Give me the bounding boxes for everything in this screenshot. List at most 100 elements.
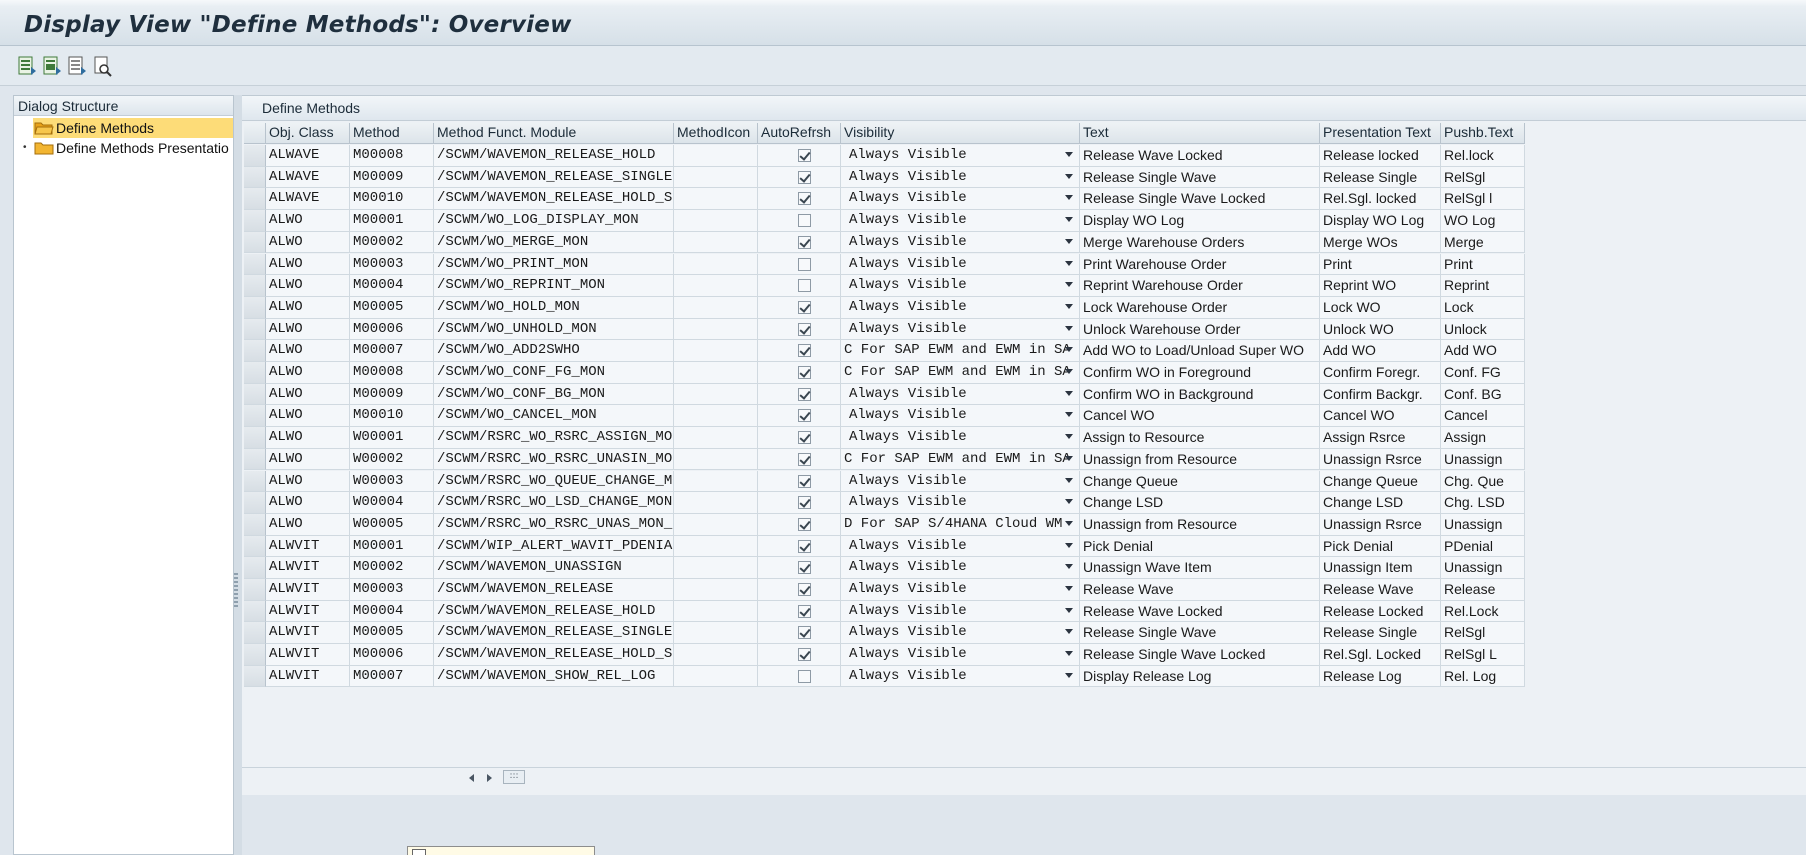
column-header-function-module-col[interactable]: Method Funct. Module — [434, 123, 674, 144]
chevron-down-icon[interactable] — [1065, 651, 1073, 657]
visibility-dropdown[interactable]: Always Visible — [841, 492, 1080, 514]
auto-refresh-cell[interactable] — [758, 253, 841, 276]
auto-refresh-cell[interactable] — [758, 145, 841, 167]
row-selector[interactable] — [244, 492, 266, 514]
auto-refresh-cell[interactable] — [758, 513, 841, 536]
auto-refresh-cell[interactable] — [758, 362, 841, 384]
tree-item-define-methods-presentation[interactable]: • Define Methods Presentatio — [14, 138, 233, 158]
row-selector[interactable] — [244, 166, 266, 189]
chevron-down-icon[interactable] — [1065, 520, 1073, 526]
auto-refresh-checkbox[interactable] — [798, 496, 811, 510]
auto-refresh-checkbox[interactable] — [798, 604, 811, 618]
visibility-dropdown[interactable]: Always Visible — [841, 253, 1080, 276]
deselect-all-icon[interactable] — [67, 55, 87, 77]
auto-refresh-checkbox[interactable] — [798, 626, 811, 640]
row-selector[interactable] — [244, 210, 266, 232]
row-selector[interactable] — [244, 275, 266, 297]
visibility-dropdown[interactable]: Always Visible — [841, 405, 1080, 428]
chevron-down-icon[interactable] — [1065, 369, 1073, 374]
visibility-dropdown[interactable]: Always Visible — [841, 427, 1080, 449]
visibility-dropdown[interactable]: Always Visible — [841, 470, 1080, 493]
chevron-down-icon[interactable] — [1065, 347, 1073, 353]
row-selector[interactable] — [244, 622, 266, 645]
auto-refresh-checkbox[interactable] — [798, 648, 811, 662]
auto-refresh-checkbox[interactable] — [798, 387, 811, 401]
row-selector[interactable] — [244, 579, 266, 601]
visibility-dropdown[interactable]: C For SAP EWM and EWM in SA... — [841, 340, 1080, 362]
scroll-right-icon[interactable] — [484, 773, 494, 783]
auto-refresh-cell[interactable] — [758, 600, 841, 623]
scroll-left-icon[interactable] — [467, 773, 477, 783]
chevron-down-icon[interactable] — [1065, 217, 1073, 223]
row-selector[interactable] — [244, 318, 266, 341]
chevron-down-icon[interactable] — [1065, 390, 1073, 396]
chevron-down-icon[interactable] — [1065, 303, 1073, 309]
auto-refresh-cell[interactable] — [758, 492, 841, 514]
auto-refresh-checkbox[interactable] — [798, 409, 811, 423]
chevron-down-icon[interactable] — [1065, 586, 1073, 591]
visibility-dropdown[interactable]: Always Visible — [841, 535, 1080, 558]
visibility-dropdown[interactable]: Always Visible — [841, 644, 1080, 666]
chevron-down-icon[interactable] — [1065, 434, 1073, 440]
auto-refresh-cell[interactable] — [758, 405, 841, 428]
column-header-pushbutton-text-col[interactable]: Pushb.Text — [1441, 123, 1525, 144]
chevron-down-icon[interactable] — [1065, 412, 1073, 418]
visibility-dropdown[interactable]: Always Visible — [841, 600, 1080, 623]
auto-refresh-checkbox[interactable] — [798, 344, 811, 358]
row-selector[interactable] — [244, 405, 266, 428]
auto-refresh-checkbox[interactable] — [798, 561, 811, 575]
auto-refresh-cell[interactable] — [758, 231, 841, 254]
chevron-down-icon[interactable] — [1065, 499, 1073, 505]
column-header-method-col[interactable]: Method — [350, 123, 434, 144]
row-selector[interactable] — [244, 644, 266, 666]
auto-refresh-cell[interactable] — [758, 383, 841, 406]
auto-refresh-checkbox[interactable] — [798, 300, 811, 314]
auto-refresh-checkbox[interactable] — [798, 170, 811, 184]
auto-refresh-cell[interactable] — [758, 188, 841, 211]
auto-refresh-cell[interactable] — [758, 644, 841, 666]
visibility-dropdown[interactable]: D For SAP S/4HANA Cloud WM ... — [841, 513, 1080, 536]
auto-refresh-cell[interactable] — [758, 557, 841, 579]
auto-refresh-cell[interactable] — [758, 427, 841, 449]
chevron-down-icon[interactable] — [1065, 152, 1073, 157]
select-all-cell[interactable] — [244, 123, 266, 144]
column-header-auto-refresh-col[interactable]: AutoRefrsh — [758, 123, 841, 144]
auto-refresh-cell[interactable] — [758, 318, 841, 341]
auto-refresh-checkbox[interactable] — [798, 452, 811, 466]
auto-refresh-checkbox[interactable] — [798, 214, 811, 228]
chevron-down-icon[interactable] — [1065, 282, 1073, 288]
auto-refresh-checkbox[interactable] — [798, 669, 811, 683]
visibility-dropdown[interactable]: Always Visible — [841, 210, 1080, 232]
visibility-dropdown[interactable]: Always Visible — [841, 296, 1080, 319]
auto-refresh-checkbox[interactable] — [798, 517, 811, 531]
row-selector[interactable] — [244, 427, 266, 449]
splitter-grip[interactable] — [234, 573, 238, 609]
select-all-icon[interactable] — [17, 55, 37, 77]
auto-refresh-checkbox[interactable] — [798, 279, 811, 293]
row-selector[interactable] — [244, 448, 266, 471]
scroll-grip[interactable]: ::: — [503, 770, 525, 784]
chevron-down-icon[interactable] — [1065, 455, 1073, 461]
auto-refresh-cell[interactable] — [758, 665, 841, 688]
row-selector[interactable] — [244, 296, 266, 319]
chevron-down-icon[interactable] — [1065, 672, 1073, 678]
chevron-down-icon[interactable] — [1065, 325, 1073, 331]
auto-refresh-cell[interactable] — [758, 448, 841, 471]
visibility-dropdown[interactable]: Always Visible — [841, 557, 1080, 579]
auto-refresh-checkbox[interactable] — [798, 149, 811, 162]
row-selector[interactable] — [244, 340, 266, 362]
auto-refresh-cell[interactable] — [758, 340, 841, 362]
visibility-dropdown[interactable]: Always Visible — [841, 231, 1080, 254]
select-block-icon[interactable] — [42, 55, 62, 77]
chevron-down-icon[interactable] — [1065, 477, 1073, 483]
row-selector[interactable] — [244, 557, 266, 579]
row-selector[interactable] — [244, 513, 266, 536]
horizontal-scrollbar[interactable]: ::: — [242, 767, 1806, 787]
row-selector[interactable] — [244, 470, 266, 493]
row-selector[interactable] — [244, 665, 266, 688]
visibility-dropdown[interactable]: Always Visible — [841, 579, 1080, 601]
chevron-down-icon[interactable] — [1065, 260, 1073, 266]
auto-refresh-checkbox[interactable] — [798, 431, 811, 445]
visibility-dropdown[interactable]: Always Visible — [841, 166, 1080, 189]
auto-refresh-cell[interactable] — [758, 275, 841, 297]
